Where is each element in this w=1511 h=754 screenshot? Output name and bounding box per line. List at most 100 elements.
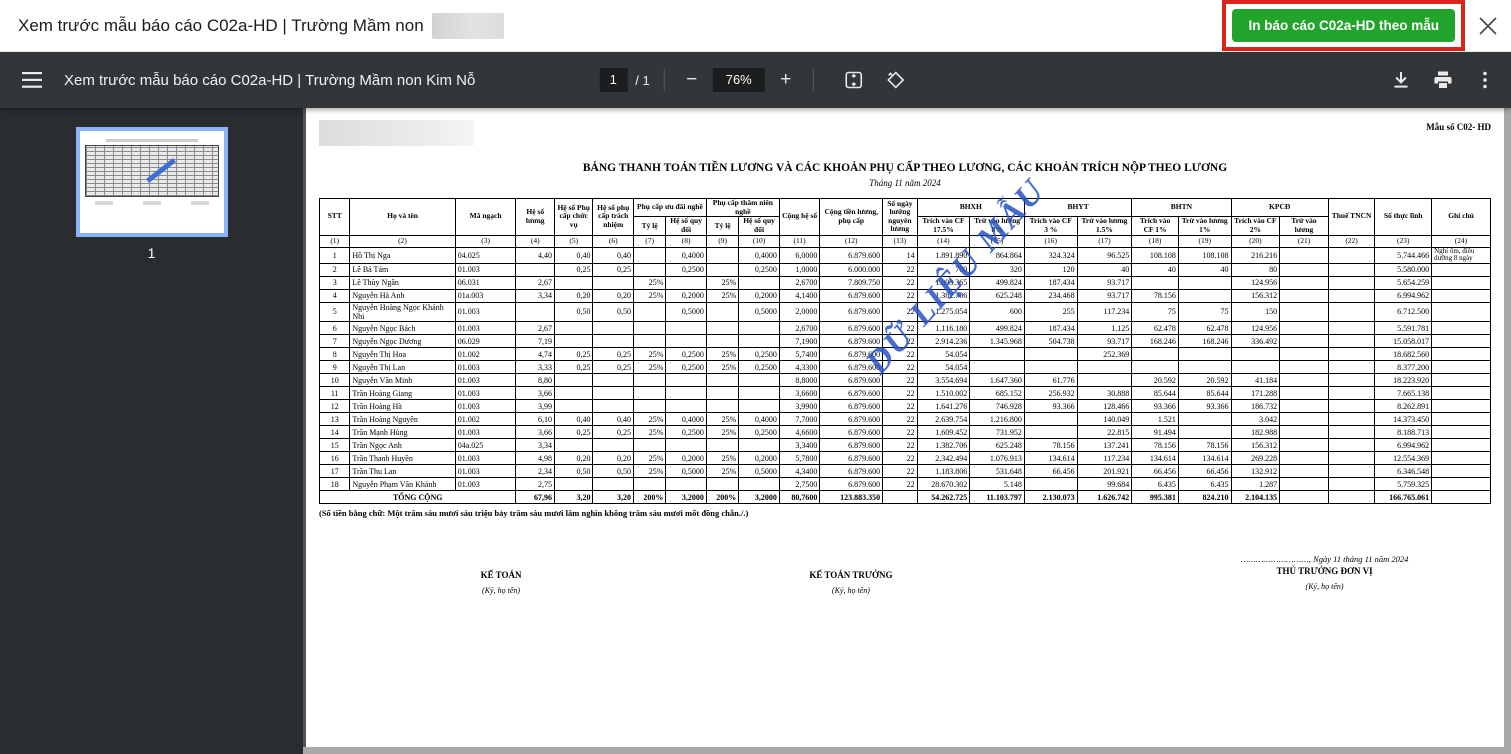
total-cell: 11.103.797 [969, 490, 1025, 505]
table-row: 9 Nguyễn Thị Lan 01.003 3,33 0,25 0,25 25% 0,25… [318, 360, 1491, 375]
vertical-scrollbar[interactable] [1504, 108, 1511, 747]
column-index: (22) [1327, 234, 1376, 248]
table-row: 8 Nguyễn Thị Hoa 01.002 4,74 0,25 0,25 25% 0,25… [318, 347, 1491, 362]
total-cell: 200% [705, 490, 740, 505]
print-report-button[interactable]: In báo cáo C02a-HD theo mẫu [1232, 9, 1455, 42]
more-options-icon[interactable] [1469, 64, 1501, 96]
table-cell: 134.614 [1177, 451, 1232, 466]
table-cell: 14 [318, 425, 351, 440]
table-cell: 01.003 [454, 451, 517, 466]
table-cell: 0,5000 [738, 301, 780, 323]
redacted-school-name [319, 120, 474, 146]
document-page: Mẫu số C02- HD BẢNG THANH TOÁN TIỀN LƯƠN… [306, 108, 1504, 747]
table-cell: 4,3300 [778, 360, 821, 375]
table-cell: 252.369 [1076, 347, 1133, 362]
table-cell [1431, 425, 1491, 440]
table-cell [1131, 347, 1179, 362]
table-cell [553, 334, 594, 349]
table-cell: 5.148 [969, 477, 1025, 492]
table-cell: Trần Hoàng Giang [349, 386, 456, 401]
table-cell: 8 [318, 347, 351, 362]
table-cell: 0,40 [553, 246, 594, 264]
horizontal-scrollbar[interactable] [303, 747, 1511, 754]
column-index: (20) [1230, 234, 1281, 248]
table-cell: 16 [318, 451, 351, 466]
table-cell: 25% [632, 347, 667, 362]
table-cell [1279, 262, 1329, 277]
total-cell: 2.104.135 [1230, 490, 1281, 505]
table-cell: 0,20 [553, 451, 594, 466]
table-cell: 6.879.600 [819, 399, 884, 414]
table-cell: 1.275.054 [916, 301, 971, 323]
column-header: BHXH [916, 197, 1025, 218]
page-number-input[interactable]: 1 [599, 68, 628, 92]
table-cell: 01.003 [454, 386, 517, 401]
table-cell: 6.879.600 [819, 360, 884, 375]
page-thumbnail[interactable] [75, 127, 228, 237]
signature-title: THỦ TRƯỞNG ĐƠN VỊ [1276, 566, 1373, 577]
table-cell: 0,40 [553, 412, 594, 427]
table-cell: 01.002 [454, 347, 517, 362]
table-cell [553, 321, 594, 336]
table-cell: 0,50 [592, 301, 634, 323]
pdf-page-zoom-controls: 1 / 1 − 76% + [599, 64, 911, 96]
table-cell: 30.888 [1076, 386, 1133, 401]
total-cell: 200% [632, 490, 667, 505]
table-cell: 0,25 [553, 262, 594, 277]
table-cell: 269.228 [1230, 451, 1281, 466]
close-icon[interactable] [1473, 11, 1503, 41]
pdf-viewer: Mẫu số C02- HD BẢNG THANH TOÁN TIỀN LƯƠN… [303, 108, 1511, 754]
download-icon[interactable] [1385, 64, 1417, 96]
table-cell: 22 [882, 288, 918, 303]
column-index: (1) [318, 234, 351, 248]
column-header: Họ và tên [349, 198, 456, 236]
rotate-icon[interactable] [880, 64, 912, 96]
table-cell: Nguyễn Hà Anh [349, 288, 456, 303]
table-cell: 6.994.962 [1374, 288, 1433, 303]
table-cell [1279, 246, 1329, 264]
table-cell: 0,2000 [738, 451, 780, 466]
table-cell: 134.614 [1131, 451, 1179, 466]
table-cell: 6.000.000 [819, 262, 884, 277]
table-cell [1431, 373, 1491, 388]
table-cell: 1.216.800 [969, 412, 1025, 427]
table-row: 17 Trần Thu Lan 01.003 2,34 0,50 0,50 25% 0,500… [318, 464, 1491, 479]
table-cell: 01.003 [454, 373, 517, 388]
menu-icon[interactable] [12, 60, 52, 100]
table-cell: 746.928 [969, 399, 1025, 414]
table-cell: 6,0000 [778, 246, 821, 264]
fit-page-icon[interactable] [838, 64, 870, 96]
table-cell: 01.003 [454, 464, 517, 479]
table-cell: 124.956 [1230, 275, 1281, 290]
table-cell: Trần Thanh Huyền [349, 451, 456, 466]
table-cell [1431, 412, 1491, 427]
table-cell: 78.156 [1131, 438, 1179, 453]
table-cell: 1.093.365 [916, 275, 971, 290]
table-cell: 3.042 [1230, 412, 1281, 427]
table-cell: 531.648 [969, 464, 1025, 479]
table-cell [738, 438, 780, 453]
column-subheader: Trích vào CF 3 % [1023, 216, 1078, 236]
table-cell: 2,7500 [778, 477, 821, 492]
table-cell: 62.478 [1131, 321, 1179, 336]
total-cell: 67,96 [515, 490, 555, 505]
zoom-in-button[interactable]: + [773, 67, 799, 93]
table-cell: 22 [882, 301, 918, 323]
thumbnail-title-line [105, 139, 198, 142]
table-cell: 1 [318, 246, 351, 264]
print-icon[interactable] [1427, 64, 1459, 96]
table-cell: Trần Hoàng Nguyên [349, 412, 456, 427]
table-cell [1279, 288, 1329, 303]
table-cell: 2.342.494 [916, 451, 971, 466]
table-cell: 3,3400 [778, 438, 821, 453]
table-cell: 504.738 [1023, 334, 1078, 349]
table-cell: 75 [1177, 301, 1232, 323]
table-cell [632, 386, 667, 401]
table-cell: Nguyễn Ngọc Bách [349, 321, 456, 336]
zoom-out-button[interactable]: − [679, 67, 705, 93]
table-cell: 0,5000 [738, 464, 780, 479]
table-cell [1327, 360, 1376, 375]
table-cell: 7,7000 [778, 412, 821, 427]
table-cell: 0,25 [553, 425, 594, 440]
table-cell: 0,50 [553, 301, 594, 323]
